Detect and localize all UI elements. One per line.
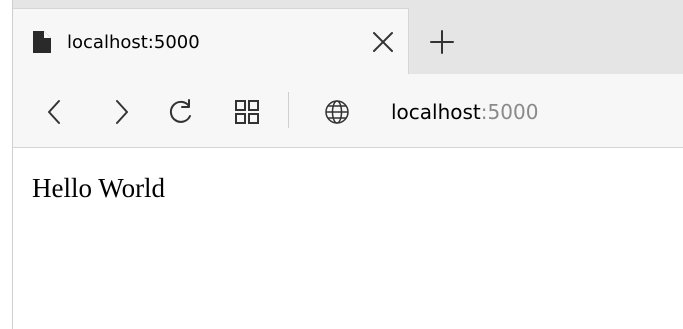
toolbar-divider: [288, 92, 289, 128]
url-host: localhost: [391, 100, 481, 124]
globe-icon: [325, 100, 349, 124]
document-icon: [33, 31, 51, 53]
grid-icon[interactable]: [233, 98, 261, 126]
tab-title: localhost:5000: [67, 32, 200, 53]
hello-world-text: Hello World: [32, 173, 166, 203]
chevron-left-icon[interactable]: [41, 98, 69, 126]
address-url[interactable]: localhost:5000: [391, 100, 538, 124]
refresh-icon[interactable]: [167, 98, 195, 126]
address-bar[interactable]: localhost:5000: [323, 98, 673, 126]
plus-icon[interactable]: [427, 27, 457, 57]
browser-window: localhost:5000 localhost:5000 Hello Worl…: [12, 0, 683, 329]
tab-strip: localhost:5000: [13, 0, 683, 74]
chevron-right-icon[interactable]: [107, 98, 135, 126]
url-port: :5000: [480, 100, 539, 124]
close-icon[interactable]: [368, 27, 398, 57]
page-content: Hello World: [13, 148, 683, 329]
browser-tab[interactable]: localhost:5000: [13, 8, 409, 74]
browser-toolbar: localhost:5000: [13, 74, 683, 148]
